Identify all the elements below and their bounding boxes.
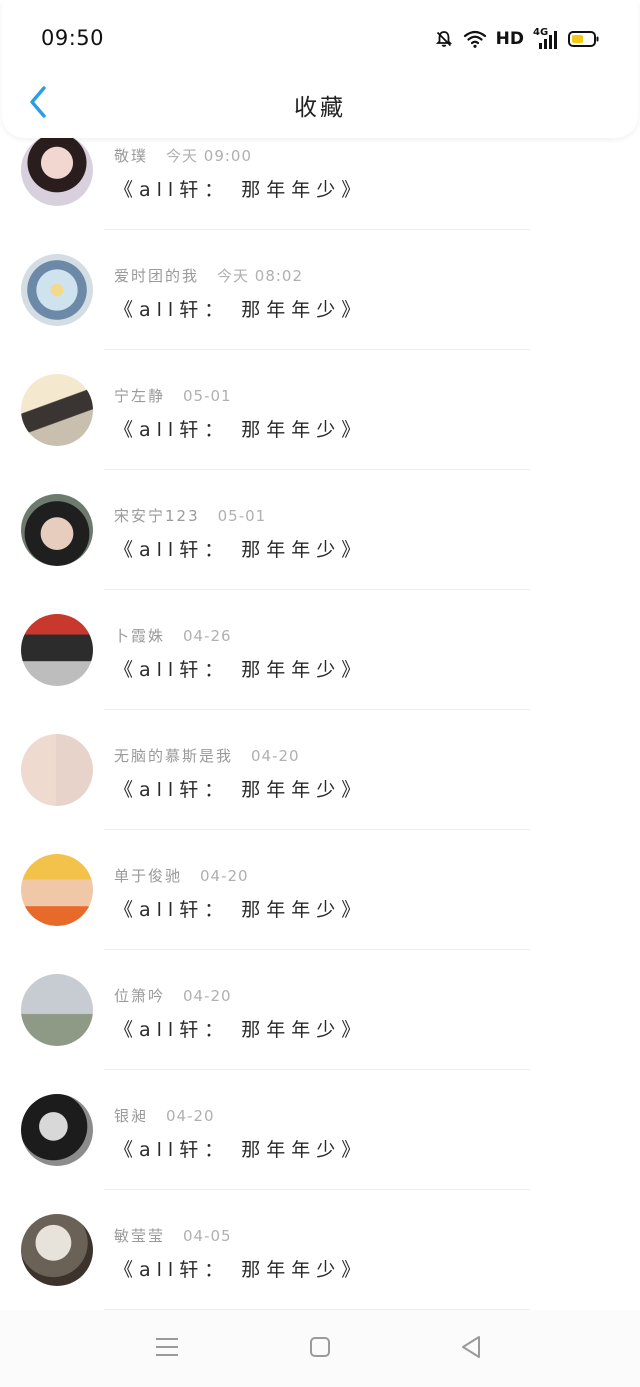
item-meta: 敬璞 今天 09:00 (114, 145, 252, 166)
back-triangle-icon (459, 1334, 483, 1364)
divider (104, 709, 530, 710)
post-date: 05-01 (217, 507, 267, 525)
menu-icon (154, 1336, 180, 1362)
item-title[interactable]: 《all轩： 那年年少》 (114, 655, 366, 682)
divider (104, 1069, 530, 1070)
divider (104, 589, 530, 590)
list-item[interactable]: 宋安宁123 05-01 《all轩： 那年年少》 (0, 472, 640, 592)
item-title[interactable]: 《all轩： 那年年少》 (114, 295, 366, 322)
item-meta: 爱时团的我 今天 08:02 (114, 265, 303, 286)
divider (104, 349, 530, 350)
menu-button[interactable] (147, 1334, 187, 1364)
user-name[interactable]: 位箫吟 (114, 987, 165, 1005)
item-title[interactable]: 《all轩： 那年年少》 (114, 775, 366, 802)
post-date: 05-01 (183, 387, 232, 405)
divider (104, 949, 530, 950)
mute-bell-icon (434, 29, 454, 49)
item-title[interactable]: 《all轩： 那年年少》 (114, 175, 366, 202)
list-item[interactable]: 银昶 04-20 《all轩： 那年年少》 (0, 1072, 640, 1192)
post-date: 04-20 (200, 867, 249, 885)
avatar[interactable] (21, 494, 93, 566)
page-title: 收藏 (294, 95, 346, 121)
divider (104, 229, 530, 230)
item-title[interactable]: 《all轩： 那年年少》 (114, 415, 366, 442)
post-date: 今天 08:02 (217, 267, 304, 285)
avatar[interactable] (21, 974, 93, 1046)
item-title[interactable]: 《all轩： 那年年少》 (114, 1255, 366, 1282)
system-nav-bar (0, 1310, 640, 1387)
item-meta: 敏莹莹 04-05 (114, 1225, 232, 1246)
post-date: 04-20 (166, 1107, 215, 1125)
back-nav-button[interactable] (451, 1334, 491, 1364)
divider (104, 829, 530, 830)
item-title[interactable]: 《all轩： 那年年少》 (114, 1015, 366, 1042)
post-date: 04-05 (183, 1227, 232, 1245)
user-name[interactable]: 单于俊驰 (114, 867, 182, 885)
nav-bar: 收藏 (2, 78, 638, 134)
battery-icon (568, 30, 600, 48)
divider (104, 1189, 530, 1190)
list-item[interactable]: 单于俊驰 04-20 《all轩： 那年年少》 (0, 832, 640, 952)
user-name[interactable]: 敬璞 (114, 147, 148, 165)
network-label: HD (495, 29, 524, 49)
item-meta: 无脑的慕斯是我 04-20 (114, 745, 300, 766)
status-icons: HD 4G (434, 26, 600, 52)
item-meta: 宋安宁123 05-01 (114, 505, 266, 526)
item-title[interactable]: 《all轩： 那年年少》 (114, 535, 366, 562)
avatar[interactable] (21, 854, 93, 926)
home-square-icon (308, 1335, 332, 1363)
list-item[interactable]: 无脑的慕斯是我 04-20 《all轩： 那年年少》 (0, 712, 640, 832)
list-item[interactable]: 位箫吟 04-20 《all轩： 那年年少》 (0, 952, 640, 1072)
item-meta: 银昶 04-20 (114, 1105, 215, 1126)
post-date: 04-26 (183, 627, 232, 645)
signal-icon: 4G (533, 28, 559, 50)
user-name[interactable]: 爱时团的我 (114, 267, 199, 285)
user-name[interactable]: 宁左静 (114, 387, 165, 405)
avatar[interactable] (21, 254, 93, 326)
user-name[interactable]: 无脑的慕斯是我 (114, 747, 233, 765)
item-meta: 宁左静 05-01 (114, 385, 232, 406)
user-name[interactable]: 宋安宁123 (114, 507, 200, 525)
list-item[interactable]: 爱时团的我 今天 08:02 《all轩： 那年年少》 (0, 232, 640, 352)
list-item[interactable]: 敏莹莹 04-05 《all轩： 那年年少》 (0, 1192, 640, 1312)
item-meta: 位箫吟 04-20 (114, 985, 232, 1006)
user-name[interactable]: 银昶 (114, 1107, 148, 1125)
post-date: 今天 09:00 (166, 147, 253, 165)
avatar[interactable] (21, 614, 93, 686)
wifi-icon (463, 29, 487, 49)
home-button[interactable] (300, 1334, 340, 1364)
post-date: 04-20 (251, 747, 300, 765)
avatar[interactable] (21, 1094, 93, 1166)
status-time: 09:50 (41, 26, 105, 50)
header: 09:50 HD 4G 收藏 (2, 0, 638, 138)
divider (104, 469, 530, 470)
item-title[interactable]: 《all轩： 那年年少》 (114, 895, 366, 922)
status-bar: 09:50 HD 4G (2, 0, 638, 78)
list-item[interactable]: 卜霞姝 04-26 《all轩： 那年年少》 (0, 592, 640, 712)
item-meta: 单于俊驰 04-20 (114, 865, 249, 886)
user-name[interactable]: 敏莹莹 (114, 1227, 165, 1245)
post-date: 04-20 (183, 987, 232, 1005)
avatar[interactable] (21, 374, 93, 446)
item-title[interactable]: 《all轩： 那年年少》 (114, 1135, 366, 1162)
list-item[interactable]: 宁左静 05-01 《all轩： 那年年少》 (0, 352, 640, 472)
user-name[interactable]: 卜霞姝 (114, 627, 165, 645)
favorites-screen: 敬璞 今天 09:00 《all轩： 那年年少》 爱时团的我 今天 08:02 《a… (0, 0, 640, 1387)
avatar[interactable] (21, 734, 93, 806)
avatar[interactable] (21, 1214, 93, 1286)
item-meta: 卜霞姝 04-26 (114, 625, 232, 646)
avatar[interactable] (21, 134, 93, 206)
